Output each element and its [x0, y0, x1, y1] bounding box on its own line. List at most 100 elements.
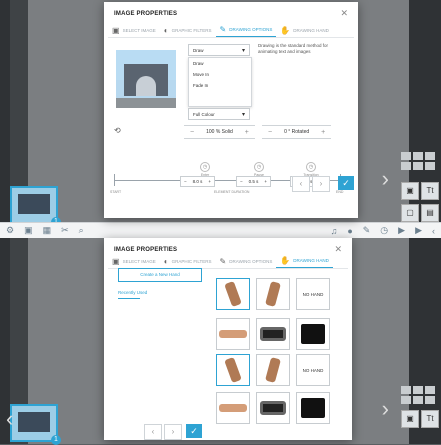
- next-button[interactable]: ›: [164, 424, 182, 440]
- timeline-start-tick: [114, 174, 115, 186]
- rotation-increase-button[interactable]: +: [315, 129, 331, 136]
- recently-used-link[interactable]: Recently Used: [118, 290, 147, 295]
- pen-icon[interactable]: ✎: [363, 225, 371, 236]
- music-icon[interactable]: ♫: [331, 226, 338, 236]
- mini-button-text[interactable]: Tt: [421, 182, 439, 200]
- export-icon[interactable]: ▦: [43, 225, 52, 236]
- next-scene-icon[interactable]: ›: [382, 398, 389, 420]
- menu-item-move-in[interactable]: Move In: [189, 69, 251, 80]
- hand-option[interactable]: [256, 278, 290, 310]
- app-top: 1 › ▣ Tt ▢ ▤ ⚙ ▣ ▦ ✂ ⌕ ♫ ● ✎ ◷ ▶ ▶ ‹ IMA…: [0, 0, 441, 238]
- hand-option[interactable]: [256, 354, 290, 386]
- tab-drawing-hand[interactable]: ✋ DRAWING HAND: [276, 254, 333, 268]
- no-hand-option[interactable]: NO HAND: [296, 278, 330, 310]
- rotation-stepper: − 0 ° Rotated +: [262, 125, 332, 139]
- play-icon[interactable]: ▶: [398, 225, 405, 236]
- confirm-button[interactable]: ✓: [186, 424, 202, 438]
- chevron-down-icon: ▾: [241, 47, 245, 54]
- scene-thumbnail[interactable]: 1: [10, 404, 61, 445]
- pause-stepper: −0.5 s +: [236, 176, 272, 187]
- prev-scene-icon[interactable]: ‹: [6, 408, 13, 430]
- pencil-icon: ✎: [219, 256, 227, 266]
- rotation-decrease-button[interactable]: −: [262, 129, 278, 136]
- opacity-increase-button[interactable]: +: [239, 129, 255, 136]
- app-bottom: 1 ‹ › ▣ Tt IMAGE PROPERTIES ✕ ▣ SELECT IM…: [0, 238, 441, 445]
- dialog-title: IMAGE PROPERTIES: [114, 11, 178, 17]
- no-hand-option[interactable]: NO HAND: [296, 354, 330, 386]
- tab-drawing-options[interactable]: ✎ DRAWING OPTIONS: [216, 254, 277, 268]
- colour-select[interactable]: Full Colour ▾: [188, 108, 250, 120]
- mini-button-text[interactable]: Tt: [421, 410, 439, 428]
- mic-icon[interactable]: ●: [347, 226, 352, 236]
- hand-option[interactable]: [256, 392, 290, 424]
- settings-icon[interactable]: ⚙: [6, 225, 14, 236]
- filter-icon: ◐: [163, 256, 169, 266]
- opacity-decrease-button[interactable]: −: [184, 129, 200, 136]
- drawing-help-text: Drawing is the standard method for anima…: [258, 43, 329, 54]
- dialog-title: IMAGE PROPERTIES: [114, 247, 178, 253]
- mini-buttons: ▣ Tt: [401, 410, 439, 428]
- pencil-icon: ✎: [219, 25, 227, 34]
- image-icon: ▣: [112, 25, 120, 35]
- image-properties-dialog: IMAGE PROPERTIES ✕ ▣ SELECT IMAGE ◐ GRAPHI…: [104, 2, 358, 218]
- scene-thumbnail[interactable]: 1: [10, 186, 61, 227]
- transition-icon: ◷: [306, 162, 316, 172]
- tab-graphic-filters[interactable]: ◐ GRAPHIC FILTERS: [160, 254, 216, 268]
- crop-icon[interactable]: ⟲: [114, 126, 121, 135]
- zoom-icon[interactable]: ⌕: [79, 225, 84, 236]
- menu-item-fade-in[interactable]: Fade In: [189, 80, 251, 91]
- mini-button-image[interactable]: ▣: [401, 182, 419, 200]
- opacity-stepper: − 100 % Solid +: [184, 125, 255, 139]
- hand-icon: ✋: [280, 25, 291, 35]
- pause-decrease-button[interactable]: −: [237, 179, 246, 184]
- filter-icon: ◐: [163, 25, 169, 35]
- dialog-tabs: ▣ SELECT IMAGE ◐ GRAPHIC FILTERS ✎ DRAWING …: [108, 254, 348, 269]
- enter-decrease-button[interactable]: −: [181, 179, 190, 184]
- cut-icon[interactable]: ✂: [61, 225, 69, 236]
- tab-select-image[interactable]: ▣ SELECT IMAGE: [108, 23, 160, 37]
- tab-select-image[interactable]: ▣ SELECT IMAGE: [108, 254, 160, 268]
- hand-option[interactable]: [216, 392, 250, 424]
- forward-icon[interactable]: ▶: [415, 225, 422, 236]
- enter-header: ◷ Enter: [200, 162, 210, 177]
- dialog-tabs: ▣ SELECT IMAGE ◐ GRAPHIC FILTERS ✎ DRAWING …: [108, 23, 354, 38]
- transition-header: ◷ Transition: [303, 162, 319, 177]
- element-duration-label: ELEMENT DURATION: [214, 190, 250, 194]
- mini-button-a[interactable]: ▢: [401, 204, 419, 222]
- enter-stepper: −8.0 s +: [180, 176, 216, 187]
- pause-icon: ◷: [254, 162, 264, 172]
- previous-button[interactable]: ‹: [144, 424, 162, 440]
- hand-option[interactable]: [256, 318, 290, 350]
- close-icon[interactable]: ✕: [340, 8, 348, 19]
- tab-drawing-hand[interactable]: ✋ DRAWING HAND: [276, 23, 333, 37]
- enter-increase-button[interactable]: +: [205, 179, 214, 184]
- hand-option[interactable]: [216, 354, 250, 386]
- bottom-toolbar: ⚙ ▣ ▦ ✂ ⌕ ♫ ● ✎ ◷ ▶ ▶ ‹: [0, 222, 441, 238]
- save-icon[interactable]: ▣: [24, 225, 33, 236]
- hand-option[interactable]: [216, 278, 250, 310]
- tab-graphic-filters[interactable]: ◐ GRAPHIC FILTERS: [160, 23, 216, 37]
- previous-button[interactable]: ‹: [292, 176, 310, 192]
- mini-button-b[interactable]: ▤: [421, 204, 439, 222]
- enter-icon: ◷: [200, 162, 210, 172]
- mini-button-image[interactable]: ▣: [401, 410, 419, 428]
- keypad: [401, 152, 435, 170]
- image-properties-dialog-hand: IMAGE PROPERTIES ✕ ▣ SELECT IMAGE ◐ GRAPHI…: [104, 238, 352, 440]
- keypad: [401, 386, 435, 404]
- hand-option[interactable]: [216, 318, 250, 350]
- menu-item-draw[interactable]: Draw: [189, 58, 251, 69]
- tab-drawing-options[interactable]: ✎ DRAWING OPTIONS: [215, 23, 277, 37]
- create-new-hand-button[interactable]: Create a New Hand: [118, 268, 202, 282]
- share-icon[interactable]: ‹: [432, 226, 435, 236]
- hand-option[interactable]: [296, 318, 330, 350]
- chevron-down-icon: ▾: [241, 111, 245, 118]
- timer-icon[interactable]: ◷: [380, 225, 388, 236]
- next-scene-icon[interactable]: ›: [382, 168, 389, 190]
- next-button[interactable]: ›: [312, 176, 330, 192]
- image-icon: ▣: [112, 256, 120, 266]
- hand-option[interactable]: [296, 392, 330, 424]
- pause-increase-button[interactable]: +: [261, 179, 270, 184]
- mini-buttons: ▣ Tt ▢ ▤: [401, 182, 439, 222]
- drawing-method-select[interactable]: Draw ▾: [188, 44, 250, 56]
- confirm-button[interactable]: ✓: [338, 176, 354, 190]
